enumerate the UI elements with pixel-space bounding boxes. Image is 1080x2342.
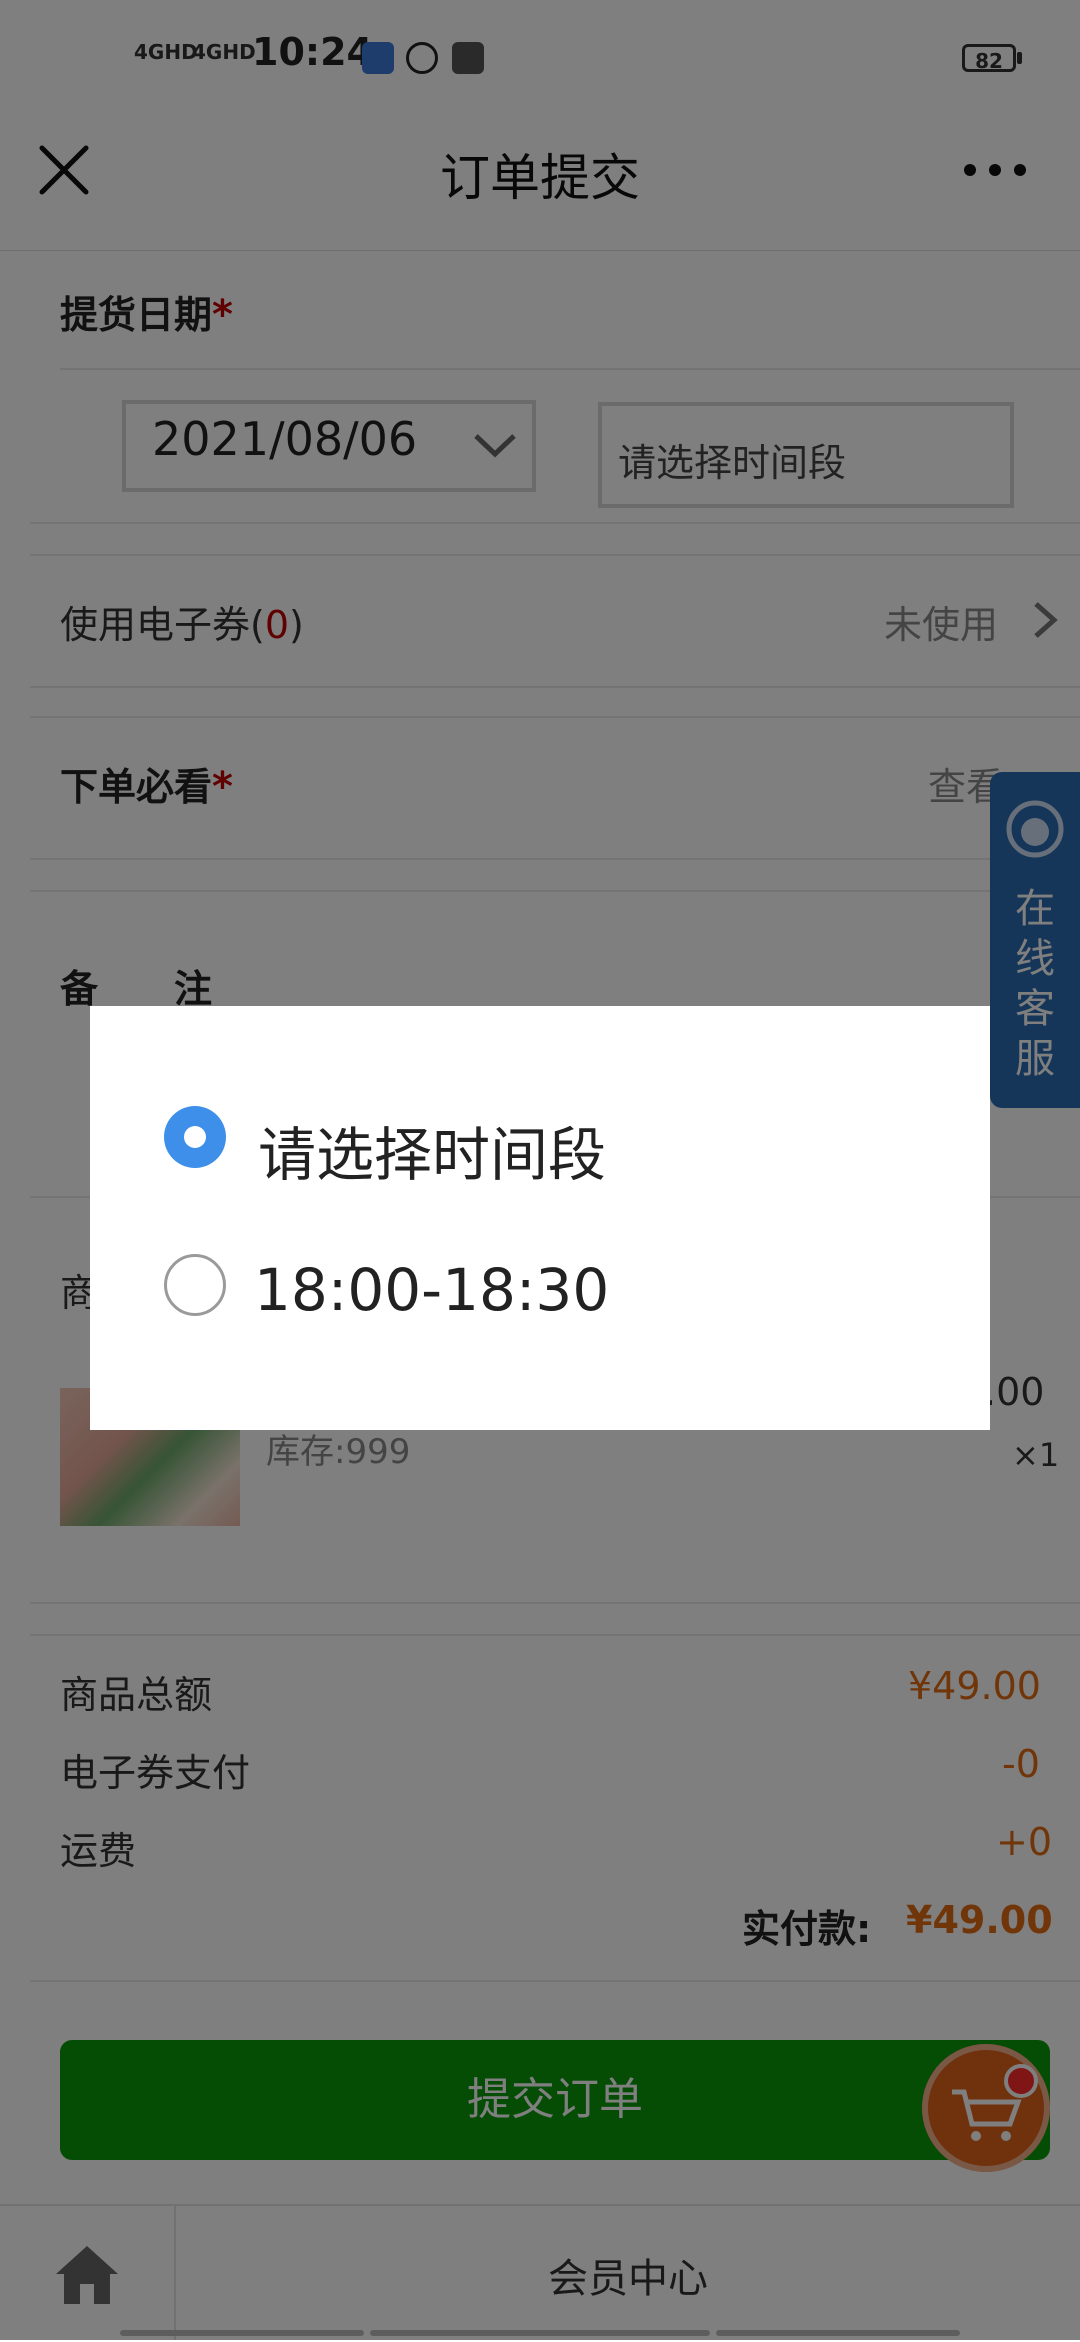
time-slot-option[interactable]: 18:00-18:30: [254, 1256, 609, 1324]
radio-unselected[interactable]: [164, 1254, 226, 1316]
time-slot-dialog: [90, 1006, 990, 1430]
time-slot-option[interactable]: 请选择时间段: [258, 1108, 606, 1192]
radio-selected[interactable]: [164, 1106, 226, 1168]
